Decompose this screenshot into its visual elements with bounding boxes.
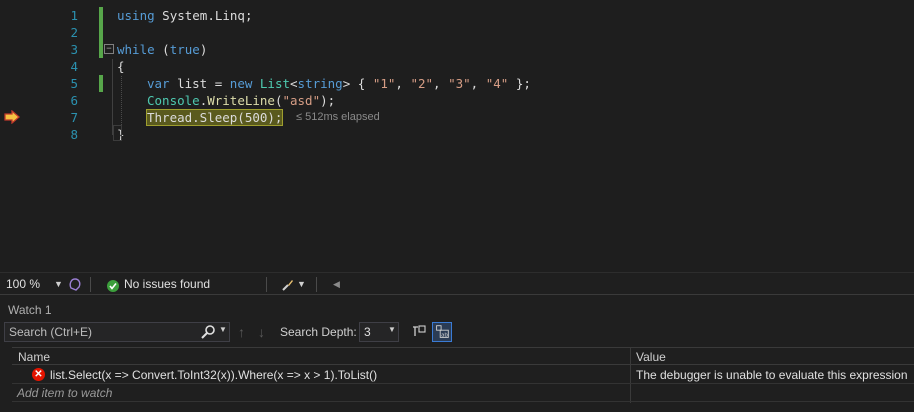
- watch-row[interactable]: ✕ list.Select(x => Convert.ToInt32(x)).W…: [12, 366, 914, 384]
- code-line-4: 4 {: [0, 58, 914, 75]
- code-line-1: 1 using System.Linq;: [0, 7, 914, 24]
- copilot-icon[interactable]: [68, 276, 82, 292]
- line-number: 6: [70, 93, 78, 108]
- current-statement-highlight: Thread.Sleep(500);: [145, 109, 284, 126]
- change-indicator: [99, 7, 103, 24]
- line-number: 3: [70, 42, 78, 57]
- line-number: 1: [70, 8, 78, 23]
- search-icon[interactable]: [200, 324, 216, 340]
- error-icon: ✕: [32, 368, 45, 381]
- watch-value: The debugger is unable to evaluate this …: [636, 368, 908, 382]
- brace-match-box: [113, 125, 122, 141]
- code-line-2: 2: [0, 24, 914, 41]
- add-item-to-watch[interactable]: Add item to watch: [17, 386, 112, 400]
- code-text: using System.Linq;: [117, 8, 253, 23]
- scroll-left-icon[interactable]: ◀: [333, 276, 340, 292]
- check-circle-icon[interactable]: [106, 278, 120, 294]
- code-text: var list = new List<string> { "1", "2", …: [147, 76, 531, 91]
- line-number: 8: [70, 127, 78, 142]
- chevron-down-icon[interactable]: ▼: [54, 276, 63, 293]
- watch-expression[interactable]: list.Select(x => Convert.ToInt32(x)).Whe…: [50, 368, 377, 382]
- search-previous-arrow-icon[interactable]: ↑: [238, 324, 245, 340]
- code-line-8: 8 }: [0, 126, 914, 143]
- line-number: 7: [70, 110, 78, 125]
- perf-tip[interactable]: ≤ 512ms elapsed: [296, 109, 380, 126]
- code-text: {: [117, 59, 125, 74]
- code-line-5: 5 var list = new List<string> { "1", "2"…: [0, 75, 914, 92]
- pin-icon[interactable]: [410, 322, 430, 342]
- line-number: 5: [70, 76, 78, 91]
- code-line-3: 3 − while (true): [0, 41, 914, 58]
- code-text: Thread.Sleep(500);: [145, 109, 284, 126]
- code-cleanup-brush-icon[interactable]: [281, 277, 295, 293]
- collapse-block-toggle[interactable]: −: [104, 44, 114, 54]
- value-column-header[interactable]: Value: [636, 350, 666, 364]
- divider: [90, 277, 91, 292]
- zoom-value: 100 %: [6, 277, 41, 291]
- change-indicator: [99, 75, 103, 92]
- code-text: Console.WriteLine("asd");: [147, 93, 336, 108]
- search-placeholder: Search (Ctrl+E): [9, 325, 93, 339]
- search-depth-label: Search Depth:: [280, 325, 357, 339]
- code-line-7-current: 7 Thread.Sleep(500); ≤ 512ms elapsed: [0, 109, 914, 126]
- code-editor[interactable]: 1 using System.Linq; 2 3 − while (true) …: [0, 0, 914, 272]
- chevron-down-icon[interactable]: ▼: [297, 276, 306, 293]
- code-line-6: 6 Console.WriteLine("asd");: [0, 92, 914, 109]
- watch-grid-header: Name Value: [12, 347, 914, 365]
- add-watch-row[interactable]: Add item to watch: [12, 384, 914, 402]
- watch-window-title[interactable]: Watch 1: [8, 303, 52, 317]
- chevron-down-icon[interactable]: ▼: [219, 325, 227, 334]
- editor-status-strip: 100 % ▼ No issues found ▼ ◀: [0, 272, 914, 294]
- name-column-header[interactable]: Name: [18, 350, 50, 364]
- change-indicator: [99, 24, 103, 41]
- search-depth-value: 3: [364, 325, 371, 339]
- view-string-as-icon[interactable]: ab: [432, 322, 452, 342]
- search-next-arrow-icon[interactable]: ↓: [258, 324, 265, 340]
- code-text: while (true): [117, 42, 208, 57]
- change-indicator: [99, 41, 103, 58]
- svg-text:ab: ab: [441, 333, 448, 339]
- watch-search-input[interactable]: Search (Ctrl+E): [4, 322, 230, 342]
- chevron-down-icon[interactable]: ▼: [388, 325, 396, 334]
- line-number: 4: [70, 59, 78, 74]
- watch-window: Watch 1 Search (Ctrl+E) ▼ ↑ ↓ Search Dep…: [0, 294, 914, 412]
- line-number: 2: [70, 25, 78, 40]
- issues-status[interactable]: No issues found: [124, 276, 210, 293]
- divider: [316, 277, 317, 292]
- divider: [266, 277, 267, 292]
